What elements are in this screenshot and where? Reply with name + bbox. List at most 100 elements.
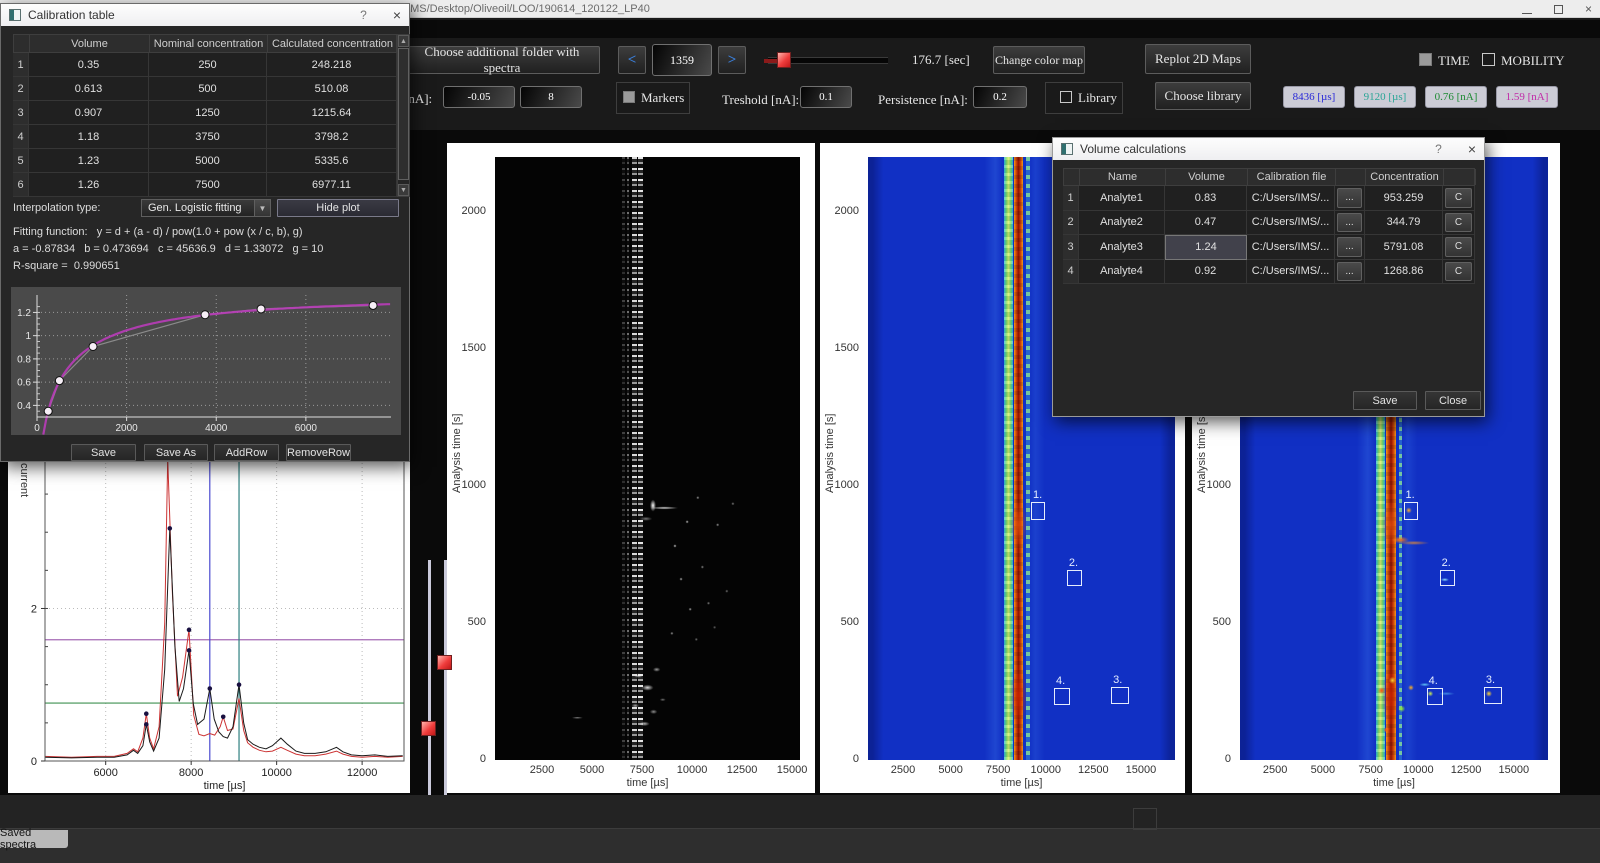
na-max-field[interactable]: 8 bbox=[520, 86, 582, 108]
calibration-file-cell[interactable]: C:/Users/IMS/... bbox=[1247, 235, 1335, 260]
persistence-label: Persistence [nA]: bbox=[878, 92, 968, 108]
help-icon[interactable]: ? bbox=[1435, 142, 1442, 156]
y-tick-label: 1500 bbox=[462, 342, 486, 354]
calibration-file-cell[interactable]: C:/Users/IMS/... bbox=[1247, 211, 1335, 236]
r-square-text: R-square = 0.990651 bbox=[13, 260, 120, 272]
add-row-button[interactable]: AddRow bbox=[214, 444, 279, 461]
heatmap-grayscale[interactable] bbox=[495, 157, 800, 760]
close-icon[interactable]: × bbox=[1468, 141, 1476, 157]
volume-cell[interactable]: 1.23 bbox=[29, 149, 149, 173]
column-header-calibration-file[interactable]: Calibration file bbox=[1248, 169, 1336, 185]
marker-readout-badges: 8436 [µs]9120 [µs]0.76 [nA]1.59 [nA] bbox=[1283, 86, 1558, 108]
time-checkbox[interactable] bbox=[1419, 53, 1432, 66]
browse-button[interactable]: ... bbox=[1337, 213, 1362, 233]
volume-cell[interactable]: 0.613 bbox=[29, 77, 149, 101]
dialog-titlebar[interactable]: Calibration table ? × bbox=[1, 4, 409, 26]
close-icon[interactable]: × bbox=[1585, 0, 1592, 18]
scrollbar-thumb[interactable] bbox=[398, 48, 409, 180]
scroll-up-icon[interactable]: ▲ bbox=[398, 35, 409, 47]
browse-button[interactable]: ... bbox=[1337, 237, 1362, 257]
nominal-concentration-cell[interactable]: 7500 bbox=[149, 173, 267, 197]
save-button[interactable]: Save bbox=[71, 444, 136, 461]
column-header-name[interactable]: Name bbox=[1080, 169, 1166, 185]
svg-text:6000: 6000 bbox=[93, 767, 117, 779]
nominal-concentration-cell[interactable]: 1250 bbox=[149, 101, 267, 125]
dialog-titlebar[interactable]: Volume calculations ? × bbox=[1053, 138, 1484, 160]
spectrum-slider-handle[interactable] bbox=[777, 52, 791, 68]
column-header-nominal[interactable]: Nominal concentration bbox=[150, 35, 268, 52]
calculate-button[interactable]: C bbox=[1445, 237, 1472, 257]
calculated-concentration-cell[interactable]: 5335.6 bbox=[267, 149, 397, 173]
markers-checkbox[interactable] bbox=[623, 91, 635, 103]
change-color-map-button[interactable]: Change color map bbox=[993, 46, 1085, 74]
calibration-plot[interactable]: 0.40.60.811.20200040006000 bbox=[11, 287, 401, 435]
calculate-button[interactable]: C bbox=[1445, 213, 1472, 233]
close-icon[interactable]: × bbox=[393, 7, 401, 23]
replot-2d-maps-button[interactable]: Replot 2D Maps bbox=[1145, 44, 1251, 74]
intensity-slider-track-left[interactable] bbox=[428, 560, 431, 795]
column-header-concentration[interactable]: Concentration bbox=[1366, 169, 1444, 185]
browse-button[interactable]: ... bbox=[1337, 188, 1362, 208]
next-spectrum-button[interactable]: > bbox=[718, 46, 746, 74]
calculate-button[interactable]: C bbox=[1445, 262, 1472, 282]
column-header-volume[interactable]: Volume bbox=[1166, 169, 1248, 185]
choose-folder-button[interactable]: Choose additional folder with spectra bbox=[404, 46, 600, 74]
volume-cell[interactable]: 0.83 bbox=[1165, 186, 1247, 211]
save-as-button[interactable]: Save As bbox=[144, 444, 208, 461]
na-min-field[interactable]: -0.05 bbox=[443, 86, 515, 108]
choose-library-button[interactable]: Choose library bbox=[1155, 82, 1251, 110]
nominal-concentration-cell[interactable]: 250 bbox=[149, 53, 267, 77]
chevron-down-icon[interactable]: ▼ bbox=[254, 200, 270, 216]
save-button[interactable]: Save bbox=[1353, 391, 1417, 410]
volume-cell[interactable]: 0.47 bbox=[1165, 211, 1247, 236]
spectrum-plot[interactable]: 02600080001000012000time [µs] bbox=[8, 455, 410, 793]
calibration-file-cell[interactable]: C:/Users/IMS/... bbox=[1247, 260, 1335, 285]
minimize-icon[interactable] bbox=[1522, 13, 1532, 14]
volume-cell[interactable]: 0.92 bbox=[1165, 260, 1247, 285]
calculated-concentration-cell[interactable]: 248.218 bbox=[267, 53, 397, 77]
intensity-slider-handle-left[interactable] bbox=[421, 721, 436, 736]
close-button[interactable]: Close bbox=[1425, 391, 1481, 410]
browse-button[interactable]: ... bbox=[1337, 262, 1362, 282]
nominal-concentration-cell[interactable]: 5000 bbox=[149, 149, 267, 173]
calculated-concentration-cell[interactable]: 3798.2 bbox=[267, 125, 397, 149]
interpolation-type-select[interactable]: Gen. Logistic fitting ▼ bbox=[141, 199, 271, 217]
nominal-concentration-cell[interactable]: 3750 bbox=[149, 125, 267, 149]
column-header-calculated[interactable]: Calculated concentration bbox=[268, 35, 398, 52]
volume-cell[interactable]: 1.18 bbox=[29, 125, 149, 149]
resize-handle[interactable] bbox=[1133, 808, 1157, 830]
calculated-concentration-cell[interactable]: 510.08 bbox=[267, 77, 397, 101]
volume-cell[interactable]: 1.26 bbox=[29, 173, 149, 197]
table-row: 61.2675006977.11 bbox=[13, 173, 397, 197]
calculated-concentration-cell[interactable]: 6977.11 bbox=[267, 173, 397, 197]
calculated-concentration-cell[interactable]: 1215.64 bbox=[267, 101, 397, 125]
table-scrollbar[interactable]: ▲ ▼ bbox=[397, 34, 410, 197]
hide-plot-button[interactable]: Hide plot bbox=[277, 199, 399, 217]
mobility-checkbox[interactable] bbox=[1482, 53, 1495, 66]
nominal-concentration-cell[interactable]: 500 bbox=[149, 77, 267, 101]
help-icon[interactable]: ? bbox=[360, 8, 367, 22]
name-cell[interactable]: Analyte4 bbox=[1079, 260, 1165, 285]
restore-icon[interactable] bbox=[1554, 5, 1563, 14]
library-checkbox[interactable] bbox=[1060, 91, 1072, 103]
volume-cell[interactable]: 1.24 bbox=[1165, 235, 1247, 260]
persistence-field[interactable]: 0.2 bbox=[973, 86, 1027, 108]
calculate-button[interactable]: C bbox=[1445, 188, 1472, 208]
concentration-cell: 5791.08 bbox=[1365, 235, 1443, 260]
volume-cell[interactable]: 0.35 bbox=[29, 53, 149, 77]
intensity-slider-handle-right[interactable] bbox=[437, 655, 452, 670]
name-cell[interactable]: Analyte1 bbox=[1079, 186, 1165, 211]
previous-spectrum-button[interactable]: < bbox=[618, 46, 646, 74]
name-cell[interactable]: Analyte2 bbox=[1079, 211, 1165, 236]
volume-cell[interactable]: 0.907 bbox=[29, 101, 149, 125]
remove-row-button[interactable]: RemoveRow bbox=[286, 444, 351, 461]
column-header-volume[interactable]: Volume bbox=[30, 35, 150, 52]
intensity-slider-track-right[interactable] bbox=[444, 560, 447, 795]
x-tick-label: 2500 bbox=[530, 764, 554, 776]
name-cell[interactable]: Analyte3 bbox=[1079, 235, 1165, 260]
spectrum-index-field[interactable]: 1359 bbox=[652, 44, 712, 76]
treshold-field[interactable]: 0.1 bbox=[800, 86, 852, 108]
dialog-app-icon bbox=[1061, 143, 1073, 155]
scroll-down-icon[interactable]: ▼ bbox=[398, 184, 409, 196]
calibration-file-cell[interactable]: C:/Users/IMS/... bbox=[1247, 186, 1335, 211]
